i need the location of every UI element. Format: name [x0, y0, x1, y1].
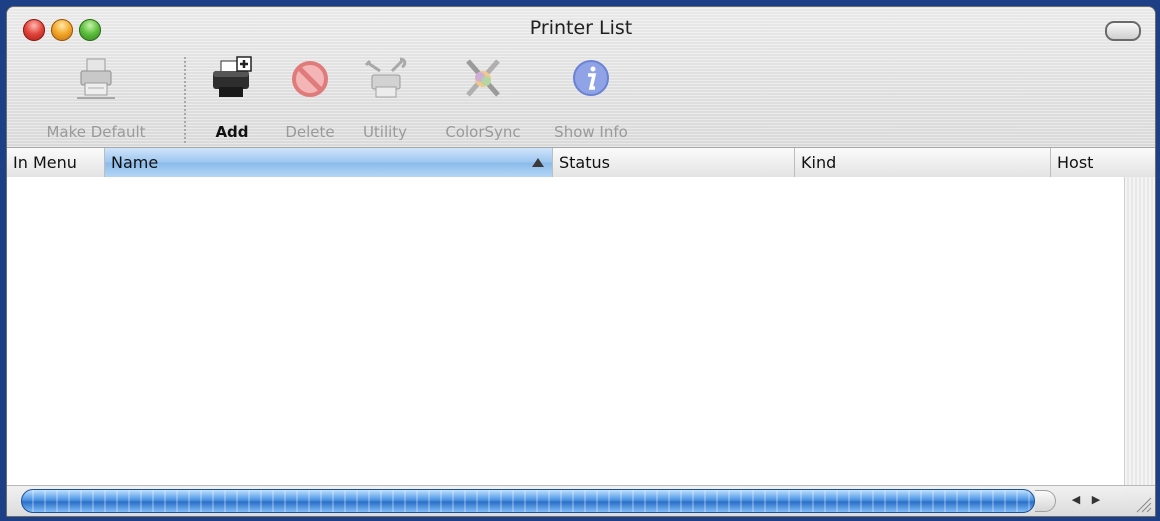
scroll-left-button[interactable]: ◀ — [1067, 490, 1085, 510]
resize-grip[interactable] — [1125, 486, 1155, 516]
make-default-button[interactable]: Make Default — [21, 51, 171, 147]
column-header-label: In Menu — [13, 153, 77, 172]
delete-icon — [292, 61, 328, 97]
make-default-printer-icon — [77, 58, 115, 99]
column-header-in-menu[interactable]: In Menu — [7, 148, 105, 177]
toolbar-toggle-button[interactable] — [1105, 21, 1141, 41]
horizontal-scroll-thumb[interactable] — [21, 489, 1035, 513]
show-info-label: Show Info — [554, 123, 628, 141]
make-default-label: Make Default — [46, 123, 146, 141]
vertical-scrollbar[interactable] — [1124, 177, 1155, 486]
column-header-status[interactable]: Status — [553, 148, 795, 177]
colorsync-label: ColorSync — [445, 123, 521, 141]
printer-list-window: Printer List Make Default Add Delete Uti… — [6, 6, 1156, 517]
window-title: Printer List — [529, 17, 633, 39]
toolbar-separator — [184, 57, 186, 143]
scroll-track-end — [1035, 490, 1056, 512]
colorsync-button[interactable]: ColorSync — [431, 51, 535, 147]
horizontal-scrollbar[interactable]: ◀ ▶ — [7, 485, 1155, 516]
utility-button[interactable]: Utility — [349, 51, 421, 147]
add-button[interactable]: Add — [197, 51, 267, 147]
column-header-label: Name — [111, 153, 159, 172]
resize-grip-icon — [1136, 497, 1152, 513]
utility-icon — [364, 57, 407, 98]
add-printer-icon — [213, 56, 252, 97]
printer-table-body[interactable] — [7, 177, 1125, 486]
column-header-label: Host — [1057, 153, 1094, 172]
column-header-name[interactable]: Name — [105, 148, 553, 177]
column-header-label: Status — [559, 153, 610, 172]
toolbar: Make Default Add Delete Utility ColorSyn… — [7, 51, 1155, 147]
utility-label: Utility — [362, 123, 408, 141]
add-label: Add — [215, 123, 249, 141]
sort-ascending-icon — [532, 158, 544, 167]
delete-button[interactable]: Delete — [273, 51, 347, 147]
info-icon — [573, 60, 609, 96]
column-header-label: Kind — [801, 153, 837, 172]
colorsync-icon — [466, 59, 500, 97]
title-bar[interactable]: Printer List — [7, 7, 1155, 51]
delete-label: Delete — [285, 123, 335, 141]
show-info-button[interactable]: Show Info — [543, 51, 639, 147]
column-header-kind[interactable]: Kind — [795, 148, 1051, 177]
column-header-host[interactable]: Host — [1051, 148, 1155, 177]
scroll-right-button[interactable]: ▶ — [1087, 490, 1105, 510]
table-header: In Menu Name Status Kind Host — [7, 147, 1155, 178]
